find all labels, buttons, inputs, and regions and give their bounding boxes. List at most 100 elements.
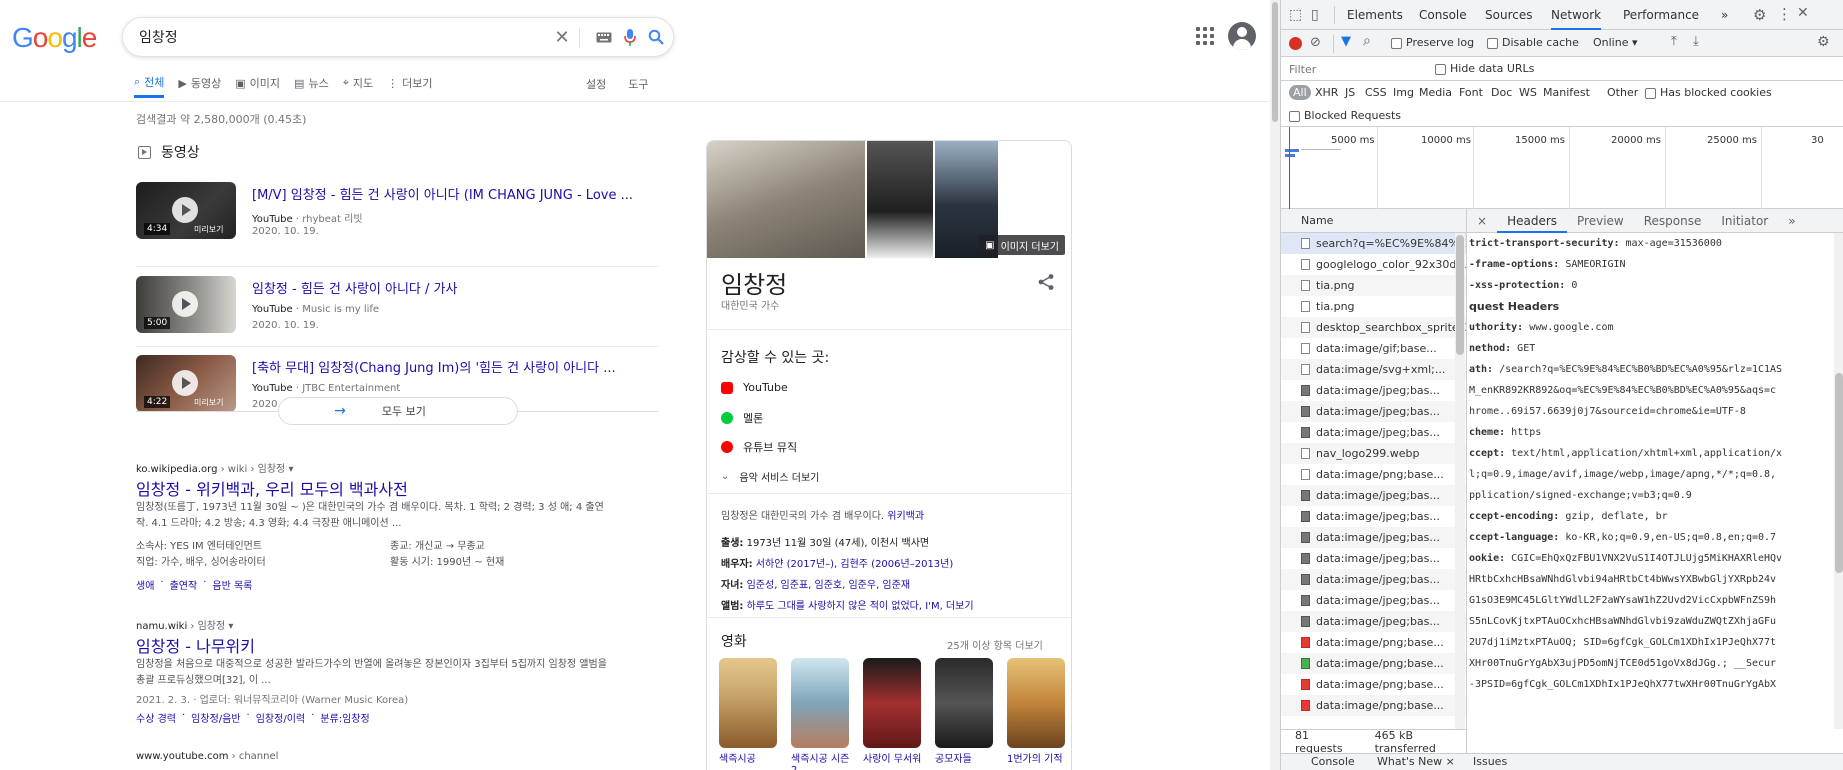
tab-elements[interactable]: Elements	[1347, 0, 1403, 30]
tab-news[interactable]: ▤ 뉴스	[294, 72, 329, 94]
type-all[interactable]: All	[1289, 85, 1311, 100]
caret-down-icon[interactable]: ▾	[225, 621, 233, 632]
tab-response[interactable]: Response	[1634, 209, 1712, 233]
service-youtube[interactable]: YouTube	[721, 381, 788, 394]
kp-image[interactable]	[707, 141, 866, 258]
request-row[interactable]: googlelogo_color_92x30dp.png	[1281, 254, 1466, 275]
movies-more-link[interactable]: 25개 이상 항목 더보기	[947, 637, 1043, 652]
request-row[interactable]: nav_logo299.webp	[1281, 443, 1466, 464]
tab-headers[interactable]: Headers	[1497, 209, 1568, 233]
mic-icon[interactable]	[619, 26, 641, 48]
inspect-element-icon[interactable]: ⬚	[1289, 7, 1302, 23]
movie-poster[interactable]	[935, 658, 993, 748]
preserve-log-checkbox[interactable]: Preserve log	[1391, 36, 1474, 49]
search-icon[interactable]: ⌕	[1363, 33, 1371, 49]
tab-videos[interactable]: ▶ 동영상	[178, 72, 221, 94]
wiki-source-link[interactable]: 위키백과	[887, 511, 924, 522]
video-result[interactable]: 5:00 임창정 - 힘든 건 사랑이 아니다 / 가사 YouTube · M…	[136, 276, 658, 351]
video-title[interactable]: 임창정 - 힘든 건 사랑이 아니다 / 가사	[252, 278, 652, 297]
name-column-header[interactable]: Name	[1281, 209, 1466, 233]
type-xhr[interactable]: XHR	[1315, 86, 1338, 99]
apps-grid-icon[interactable]	[1196, 27, 1214, 45]
tab-performance[interactable]: Performance	[1623, 0, 1699, 30]
search-icon[interactable]	[645, 26, 667, 48]
kp-image[interactable]	[867, 141, 933, 258]
device-toolbar-icon[interactable]: ▯	[1311, 7, 1319, 23]
service-melon[interactable]: 멜론	[721, 410, 763, 426]
tab-preview[interactable]: Preview	[1567, 209, 1634, 233]
type-js[interactable]: JS	[1345, 86, 1355, 99]
gear-icon[interactable]: ⚙	[1817, 34, 1830, 50]
request-row[interactable]: data:image/jpeg;bas...	[1281, 485, 1466, 506]
video-title[interactable]: [축하 무대] 임창정(Chang Jung Im)의 '힘든 건 사랑이 아니…	[252, 357, 652, 376]
tools-link[interactable]: 도구	[628, 76, 648, 92]
more-vert-icon[interactable]: ⋮	[1777, 5, 1792, 23]
result-title[interactable]: 임창정 - 나무위키	[136, 633, 255, 657]
request-list-scrollbar[interactable]	[1455, 233, 1465, 729]
gear-icon[interactable]: ⚙	[1753, 6, 1766, 24]
account-avatar[interactable]	[1228, 22, 1256, 50]
scrollbar-thumb[interactable]	[1835, 373, 1843, 573]
detail-scrollbar[interactable]	[1834, 233, 1843, 729]
request-row[interactable]: data:image/png;base...	[1281, 674, 1466, 695]
type-media[interactable]: Media	[1419, 86, 1452, 99]
fact-value[interactable]: 1973년 11월 30일 (47세), 이천시 백사면	[747, 538, 930, 549]
more-tabs-icon[interactable]: »	[1778, 209, 1805, 233]
google-logo[interactable]: Google	[12, 22, 97, 54]
fact-value[interactable]: 서하얀 (2017년–), 김현주 (2006년–2013년)	[756, 559, 953, 570]
request-row[interactable]: data:image/png;base...	[1281, 464, 1466, 485]
request-row[interactable]: data:image/png;base...	[1281, 695, 1466, 716]
movie-title[interactable]: 공모자들	[935, 750, 995, 765]
movie-poster[interactable]	[791, 658, 849, 748]
type-doc[interactable]: Doc	[1491, 86, 1512, 99]
record-icon[interactable]	[1289, 37, 1302, 50]
sitelink[interactable]: 분류:임창정	[320, 710, 369, 725]
movie-title[interactable]: 색즉시공 시즌 2	[791, 750, 851, 770]
tab-maps[interactable]: ⌖ 지도	[343, 72, 373, 94]
scrollbar-thumb[interactable]	[1456, 235, 1464, 355]
caret-down-icon[interactable]: ▾	[285, 464, 293, 475]
request-row[interactable]: data:image/jpeg;bas...	[1281, 401, 1466, 422]
request-row[interactable]: search?q=%EC%9E%84%EC%B0%BD	[1281, 233, 1466, 254]
drawer-tab-whats-new[interactable]: What's New ×	[1377, 755, 1455, 768]
tab-all[interactable]: ⌕ 전체	[134, 72, 165, 98]
request-row[interactable]: data:image/jpeg;bas...	[1281, 380, 1466, 401]
sitelink[interactable]: 출연작	[170, 577, 198, 592]
request-row[interactable]: data:image/jpeg;bas...	[1281, 611, 1466, 632]
movie-title[interactable]: 1번가의 기적	[1007, 750, 1067, 765]
clear-icon[interactable]: ✕	[551, 26, 573, 48]
type-other[interactable]: Other	[1607, 86, 1638, 99]
filter-input[interactable]	[1289, 60, 1419, 78]
fact-value[interactable]: 하루도 그대를 사랑하지 않은 적이 없었다, I'M, 더보기	[747, 601, 974, 612]
request-row[interactable]: data:image/jpeg;bas...	[1281, 569, 1466, 590]
request-row[interactable]: data:image/png;base...	[1281, 653, 1466, 674]
tab-sources[interactable]: Sources	[1485, 0, 1532, 30]
filter-icon[interactable]: ▼	[1341, 34, 1351, 49]
request-row[interactable]: tia.png	[1281, 275, 1466, 296]
more-images-button[interactable]: ▣ 이미지 더보기	[979, 235, 1065, 255]
share-icon[interactable]	[1037, 273, 1055, 291]
close-detail-icon[interactable]: ×	[1467, 209, 1497, 233]
close-icon[interactable]: ✕	[1797, 5, 1809, 21]
result-title[interactable]: 임창정 - 위키백과, 우리 모두의 백과사전	[136, 476, 408, 500]
movie-title[interactable]: 사랑이 무서워	[863, 750, 923, 765]
request-row[interactable]: data:image/png;base...	[1281, 632, 1466, 653]
request-row[interactable]: tia.png	[1281, 296, 1466, 317]
tab-network[interactable]: Network	[1551, 0, 1602, 30]
video-thumbnail[interactable]: 4:22 미리보기	[136, 355, 236, 412]
download-icon[interactable]: ⤓	[1693, 34, 1699, 49]
tab-images[interactable]: ▣ 이미지	[235, 72, 280, 94]
fact-value[interactable]: 임준성, 임준표, 임준호, 임준우, 임준재	[747, 580, 910, 591]
request-row[interactable]: data:image/jpeg;bas...	[1281, 590, 1466, 611]
movie-poster[interactable]	[1007, 658, 1065, 748]
page-scrollbar-thumb[interactable]	[1272, 2, 1278, 122]
view-all-button[interactable]: → 모두 보기	[278, 397, 518, 425]
tab-initiator[interactable]: Initiator	[1711, 209, 1778, 233]
type-img[interactable]: Img	[1393, 86, 1414, 99]
type-font[interactable]: Font	[1459, 86, 1483, 99]
request-row[interactable]: data:image/gif;base...	[1281, 338, 1466, 359]
type-css[interactable]: CSS	[1365, 86, 1387, 99]
service-youtube-music[interactable]: 유튜브 뮤직	[721, 439, 797, 455]
settings-link[interactable]: 설정	[586, 76, 606, 92]
sitelink[interactable]: 임창정/음반	[191, 710, 240, 725]
